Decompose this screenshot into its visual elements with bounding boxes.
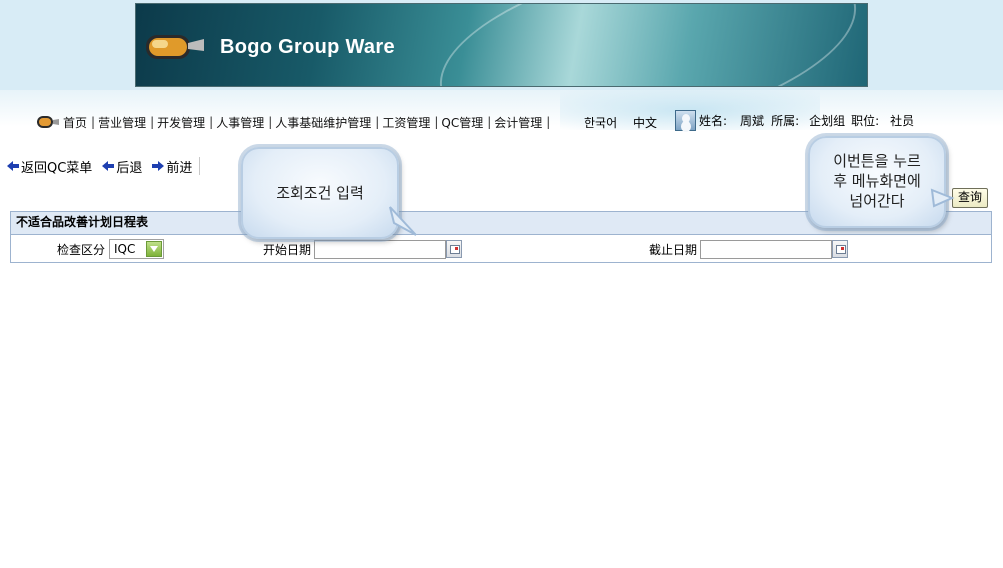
nav-item-hr[interactable]: 人事管理	[216, 114, 264, 131]
callout-input-text: 조회조건 입력	[276, 184, 364, 202]
check-type-select[interactable]: IQC	[109, 239, 164, 259]
user-icon	[675, 110, 696, 131]
chevron-down-icon[interactable]	[146, 241, 162, 257]
user-info: 姓名: 周斌 所属: 企划组 职位: 社员	[675, 110, 914, 131]
end-date-calendar-icon[interactable]	[832, 240, 848, 258]
end-date-label: 截止日期	[649, 243, 698, 257]
start-date-label: 开始日期	[263, 243, 312, 257]
back-label: 后退	[116, 160, 143, 176]
banner: Bogo Group Ware	[135, 3, 868, 87]
nav-separator: |	[487, 115, 492, 129]
back-to-qc-menu-label: 返回QC菜单	[21, 160, 93, 176]
end-date-input[interactable]	[700, 240, 832, 259]
arrow-left-icon	[102, 161, 115, 171]
sub-navigation: 返回QC菜单 后退 前进	[7, 157, 201, 176]
nav-item-development[interactable]: 开发管理	[157, 114, 205, 131]
banner-title: Bogo Group Ware	[220, 36, 395, 58]
user-position-label: 职位:	[851, 114, 880, 128]
callout-menu-hint: 이번튼을 누르 후 메뉴화면에 넘어간다	[808, 136, 946, 228]
home-icon[interactable]	[36, 114, 60, 130]
subnav-divider	[199, 157, 201, 175]
arrow-right-icon	[152, 161, 165, 171]
callout-menu-line2: 후 메뉴화면에	[833, 172, 921, 190]
lang-chinese-link[interactable]: 中文	[633, 114, 657, 131]
nav-separator: |	[434, 115, 439, 129]
back-link[interactable]: 后退	[102, 157, 142, 176]
callout-tail	[930, 188, 955, 208]
user-position: 社员	[890, 114, 915, 128]
start-date-input[interactable]	[314, 240, 446, 259]
nav-item-sales[interactable]: 营业管理	[98, 114, 146, 131]
nav-item-qc[interactable]: QC管理	[441, 114, 483, 131]
lang-korean-link[interactable]: 한국어	[584, 114, 617, 131]
user-dept: 企划组	[809, 114, 846, 128]
nav-item-accounting[interactable]: 会计管理	[494, 114, 542, 131]
check-type-label: 检查区分	[57, 243, 106, 257]
forward-label: 前进	[166, 160, 193, 176]
nav-item-payroll[interactable]: 工资管理	[382, 114, 430, 131]
check-type-value: IQC	[114, 242, 136, 256]
main-nav: 首页 | 营业管理 | 开发管理 | 人事管理 | 人事基础维护管理 | 工资管…	[36, 114, 553, 130]
user-name: 周斌	[740, 114, 765, 128]
nav-separator: |	[150, 115, 155, 129]
user-dept-label: 所属:	[771, 114, 800, 128]
callout-tail	[389, 206, 417, 236]
nav-item-hr-base[interactable]: 人事基础维护管理	[275, 114, 371, 131]
nav-item-home[interactable]: 首页	[63, 114, 87, 131]
user-name-label: 姓名:	[699, 114, 728, 128]
back-to-qc-menu-link[interactable]: 返回QC菜单	[7, 157, 92, 176]
nav-separator: |	[268, 115, 273, 129]
query-button[interactable]: 查询	[952, 188, 988, 208]
nav-separator: |	[375, 115, 380, 129]
nav-separator: |	[209, 115, 214, 129]
nav-separator: |	[546, 115, 551, 129]
callout-input-conditions: 조회조건 입력	[241, 147, 399, 239]
start-date-calendar-icon[interactable]	[446, 240, 462, 258]
goggles-logo-icon	[146, 35, 204, 59]
callout-menu-line1: 이번튼을 누르	[833, 152, 921, 170]
forward-link[interactable]: 前进	[152, 157, 192, 176]
callout-menu-line3: 넘어간다	[849, 192, 905, 210]
nav-separator: |	[91, 115, 96, 129]
arrow-left-icon	[7, 161, 19, 171]
